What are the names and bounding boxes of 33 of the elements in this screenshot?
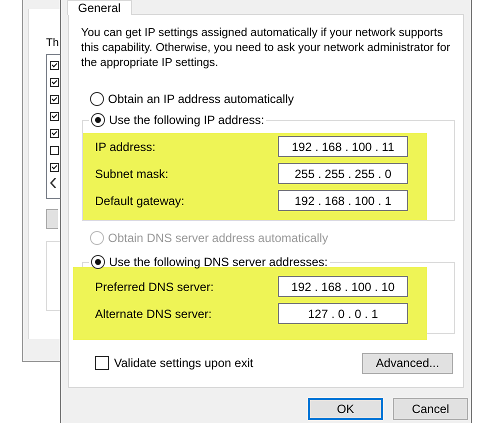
radio-label: Use the following IP address: <box>109 113 264 127</box>
checkbox[interactable] <box>50 129 59 138</box>
radio-label: Obtain an IP address automatically <box>108 92 294 106</box>
checkbox[interactable] <box>50 78 59 87</box>
radio-button[interactable] <box>90 92 104 106</box>
tab[interactable]: General <box>67 0 132 15</box>
ip-address-field[interactable]: 255 . 255 . 255 . 0 <box>278 163 408 184</box>
intro-text: You can get IP settings assigned automatically if your network supports this capability. Otherwise, you need to ask your network administrator for the appropriate IP settings. <box>81 26 452 71</box>
cancel-button[interactable]: Cancel <box>393 398 468 420</box>
checkbox-label: Validate settings upon exit <box>114 356 254 370</box>
scroll-left-icon[interactable] <box>50 178 56 188</box>
checkbox[interactable] <box>50 112 59 121</box>
checkbox[interactable] <box>95 356 109 370</box>
ip-address-field[interactable]: 192 . 168 . 100 . 10 <box>278 276 408 297</box>
ip-address-field[interactable]: 192 . 168 . 100 . 1 <box>278 190 408 211</box>
checkbox[interactable] <box>50 146 59 155</box>
radio-button[interactable] <box>91 113 105 127</box>
radio-label: Use the following DNS server addresses: <box>109 255 328 269</box>
radio-label: Obtain DNS server address automatically <box>108 231 328 245</box>
field-label: Alternate DNS server: <box>95 306 213 320</box>
field-label: IP address: <box>95 140 156 154</box>
panel-text: Th <box>46 37 59 49</box>
field-label: Preferred DNS server: <box>95 280 215 294</box>
advanced-button[interactable]: Advanced... <box>362 352 453 374</box>
field-label: Subnet mask: <box>95 166 170 180</box>
ip-address-field[interactable]: 127 . 0 . 0 . 1 <box>278 303 408 324</box>
radio-button[interactable] <box>91 255 105 269</box>
checkbox[interactable] <box>50 163 59 172</box>
checkbox[interactable] <box>50 95 59 104</box>
field-label: Default gateway: <box>95 194 186 208</box>
ok-button[interactable]: OK <box>308 398 383 420</box>
checkbox[interactable] <box>50 61 59 70</box>
ip-address-field[interactable]: 192 . 168 . 100 . 11 <box>278 136 408 157</box>
